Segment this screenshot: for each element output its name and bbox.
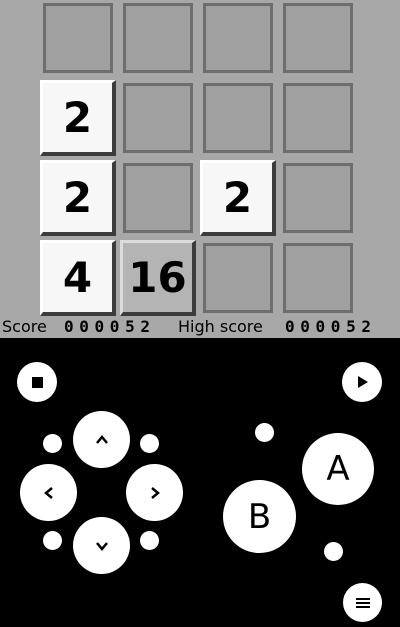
a-button-label: A: [326, 449, 350, 489]
menu-icon: [355, 597, 370, 608]
board-cell: [43, 3, 113, 73]
game-screen: 2 2 2 4 16 Score 0 0 0 0 5 2 High score …: [0, 0, 400, 338]
board-cell: [283, 3, 353, 73]
dpad-diagonal-down-right[interactable]: [140, 531, 159, 550]
board-cell: [283, 163, 353, 233]
chevron-right-icon: [150, 486, 160, 499]
chevron-left-icon: [43, 486, 53, 499]
board-cell: [123, 3, 193, 73]
tile-2: 2: [40, 160, 116, 236]
turbo-dot-bottom[interactable]: [324, 542, 343, 561]
board-cell: [283, 83, 353, 153]
play-icon: [358, 376, 368, 388]
dpad-diagonal-up-left[interactable]: [43, 434, 62, 453]
board-cell: [123, 163, 193, 233]
score-label: Score: [2, 317, 47, 336]
high-score-label: High score: [178, 317, 263, 336]
dpad-diagonal-up-right[interactable]: [140, 434, 159, 453]
board-cell: [203, 3, 273, 73]
board-cell: [283, 243, 353, 313]
controller-panel: A B: [0, 338, 400, 627]
play-button[interactable]: [342, 362, 382, 402]
dpad-down-button[interactable]: [73, 517, 130, 574]
board-cell: [203, 243, 273, 313]
board-cell: [203, 83, 273, 153]
tile-2: 2: [40, 80, 116, 156]
dpad-left-button[interactable]: [20, 464, 77, 521]
tile-4: 4: [40, 240, 116, 316]
stop-button[interactable]: [17, 362, 57, 402]
tile-2: 2: [200, 160, 276, 236]
b-button[interactable]: B: [223, 480, 296, 553]
chevron-down-icon: [95, 541, 108, 551]
dpad-right-button[interactable]: [126, 464, 183, 521]
stop-icon: [31, 376, 43, 388]
b-button-label: B: [247, 496, 272, 537]
score-bar: Score 0 0 0 0 5 2 High score 0 0 0 0 5 2: [0, 316, 400, 338]
high-score-value: 0 0 0 0 5 2: [285, 317, 371, 336]
turbo-dot-top[interactable]: [255, 423, 274, 442]
dpad-diagonal-down-left[interactable]: [43, 531, 62, 550]
menu-button[interactable]: [343, 583, 382, 622]
score-value: 0 0 0 0 5 2: [64, 317, 150, 336]
chevron-up-icon: [95, 434, 108, 444]
board-cell: [123, 83, 193, 153]
a-button[interactable]: A: [302, 433, 374, 505]
tile-16: 16: [120, 240, 196, 316]
dpad-up-button[interactable]: [73, 411, 130, 468]
